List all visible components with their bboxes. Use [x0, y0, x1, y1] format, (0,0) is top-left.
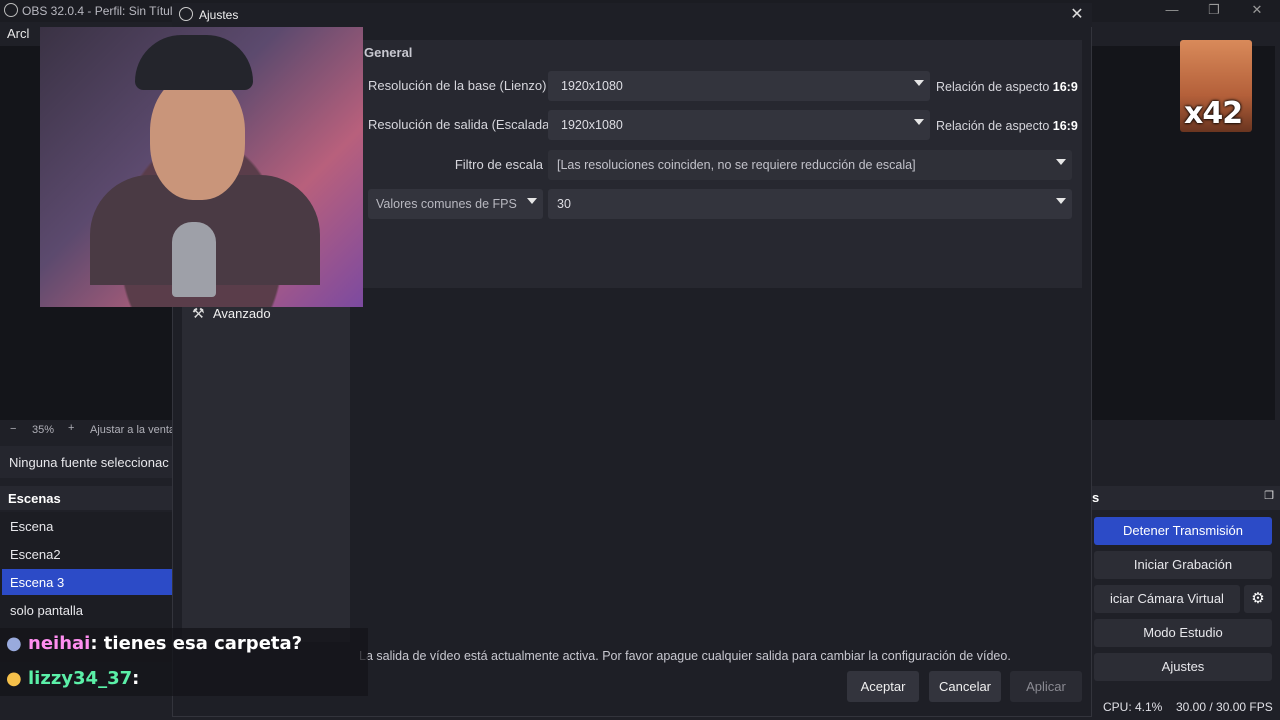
chevron-down-icon	[1056, 159, 1066, 165]
chevron-down-icon	[914, 119, 924, 125]
minimize-icon[interactable]: —	[1160, 2, 1184, 20]
video-active-warning: La salida de vídeo está actualmente acti…	[359, 649, 1011, 663]
stop-streaming-button[interactable]: Detener Transmisión	[1094, 517, 1272, 545]
accept-button[interactable]: Aceptar	[847, 671, 919, 702]
dialog-title: Ajustes	[199, 8, 239, 22]
apply-button[interactable]: Aplicar	[1010, 671, 1082, 702]
zoom-in-button[interactable]: +	[68, 422, 74, 434]
scene-item[interactable]: Escena2	[2, 541, 172, 567]
fps-readout: 30.00 / 30.00 FPS	[1176, 700, 1273, 714]
virtual-camera-button[interactable]: iciar Cámara Virtual	[1094, 585, 1240, 613]
chat-username: lizzy34_37	[28, 668, 133, 689]
combo-value: 1920x1080	[561, 118, 623, 132]
output-aspect-ratio: Relación de aspecto 16:9	[936, 119, 1078, 133]
chat-badge-icon: ●	[6, 633, 22, 654]
settings-button[interactable]: Ajustes	[1094, 653, 1272, 681]
cancel-button[interactable]: Cancelar	[929, 671, 1001, 702]
scenes-title: Escenas	[8, 491, 61, 506]
scene-item-selected[interactable]: Escena 3	[2, 569, 172, 595]
sidebar-item-advanced[interactable]: ⚒ Avanzado	[192, 305, 342, 323]
chat-overlay: ● neihai: tienes esa carpeta? ● lizzy34_…	[0, 628, 368, 696]
section-title: General	[364, 45, 413, 60]
gear-icon[interactable]: ⚙	[1244, 585, 1272, 613]
zoom-bar: − 35% + Ajustar a la venta	[0, 420, 180, 440]
zoom-out-button[interactable]: −	[10, 423, 16, 435]
scale-filter-label: Filtro de escala	[454, 157, 543, 172]
meme-overlay-text: x42	[1184, 96, 1243, 131]
undock-icon[interactable]: ❐	[1264, 489, 1274, 502]
webcam-person-face	[150, 75, 245, 200]
chevron-down-icon	[527, 198, 537, 204]
status-bar: CPU: 4.1% 30.00 / 30.00 FPS	[1092, 696, 1280, 720]
base-resolution-label: Resolución de la base (Lienzo)	[368, 78, 547, 93]
obs-logo-icon	[4, 3, 18, 17]
chevron-down-icon	[1056, 198, 1066, 204]
chat-message: ● neihai: tienes esa carpeta?	[6, 633, 302, 654]
maximize-icon[interactable]: ❐	[1202, 2, 1226, 20]
close-icon[interactable]: ✕	[1066, 4, 1088, 24]
combo-value: 30	[557, 197, 571, 211]
source-toolbar: Ninguna fuente seleccionac	[0, 446, 180, 478]
output-resolution-combo[interactable]: 1920x1080	[548, 110, 930, 140]
fps-value-combo[interactable]: 30	[548, 189, 1072, 219]
microphone-icon	[172, 222, 216, 297]
zoom-fit-button[interactable]: Ajustar a la venta	[90, 424, 175, 436]
chat-text: : tienes esa carpeta?	[90, 633, 303, 654]
base-resolution-combo[interactable]: 1920x1080	[548, 71, 930, 101]
combo-value: Valores comunes de FPS	[376, 197, 517, 211]
no-source-label: Ninguna fuente seleccionac	[9, 455, 169, 470]
chat-message: ● lizzy34_37:	[6, 668, 139, 689]
obs-logo-icon	[179, 7, 193, 21]
menu-file[interactable]: Arcl	[7, 26, 29, 41]
chat-username: neihai	[28, 633, 91, 654]
zoom-value: 35%	[32, 424, 55, 436]
base-aspect-ratio: Relación de aspecto 16:9	[936, 80, 1078, 94]
start-recording-button[interactable]: Iniciar Grabación	[1094, 551, 1272, 579]
chat-text: :	[132, 668, 140, 689]
chat-badge-icon: ●	[6, 668, 22, 689]
scene-item[interactable]: Escena	[2, 513, 172, 539]
output-resolution-label: Resolución de salida (Escalada)	[368, 117, 554, 132]
scale-filter-combo[interactable]: [Las resoluciones coinciden, no se requi…	[548, 150, 1072, 180]
combo-value: 1920x1080	[561, 79, 623, 93]
scenes-dock-header: Escenas	[0, 486, 180, 510]
fps-type-combo[interactable]: Valores comunes de FPS	[368, 189, 543, 219]
controls-title-fragment: s	[1092, 490, 1100, 505]
combo-value: [Las resoluciones coinciden, no se requi…	[557, 158, 916, 172]
tools-icon: ⚒	[192, 305, 205, 321]
controls-dock-header: s ❐	[1092, 486, 1280, 510]
close-icon[interactable]: ✕	[1245, 2, 1269, 20]
studio-mode-button[interactable]: Modo Estudio	[1094, 619, 1272, 647]
scene-item[interactable]: solo pantalla	[2, 597, 172, 623]
sidebar-item-label: Avanzado	[213, 306, 271, 321]
cpu-usage: CPU: 4.1%	[1103, 700, 1163, 714]
dialog-titlebar	[172, 3, 1092, 27]
obs-window-title: OBS 32.0.4 - Perfil: Sin Título -	[22, 4, 187, 18]
chevron-down-icon	[914, 80, 924, 86]
